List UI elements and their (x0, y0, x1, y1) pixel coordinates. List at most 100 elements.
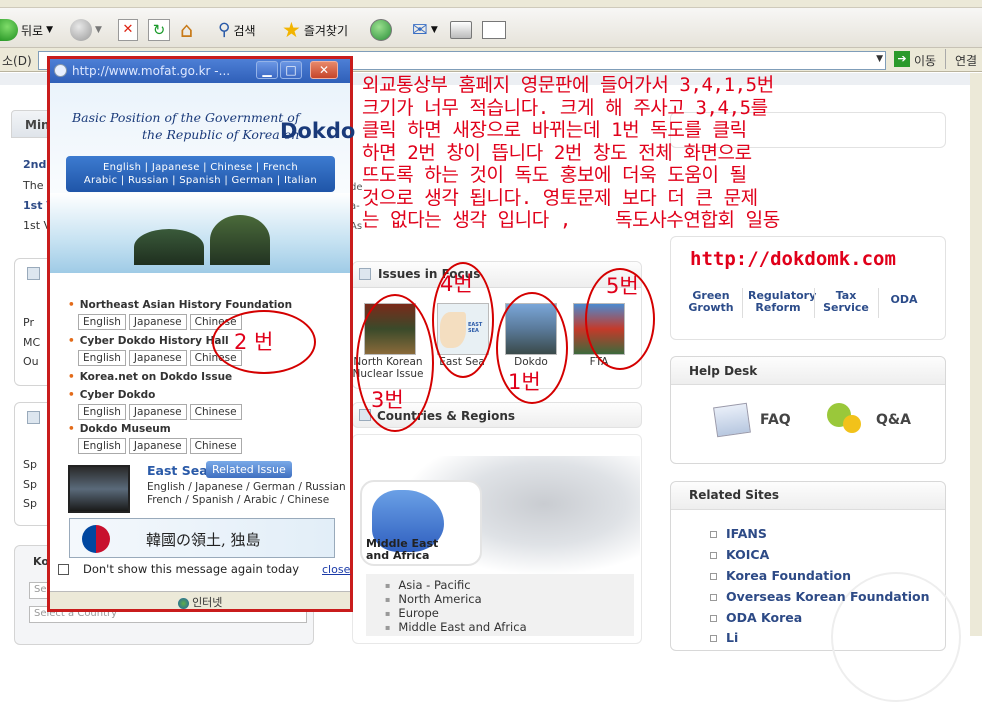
close-icon[interactable]: ✕ (310, 61, 338, 79)
popup-titlebar[interactable]: http://www.mofat.go.kr -... ▁ □ ✕ (50, 59, 350, 83)
region-item[interactable]: Europe (385, 606, 438, 620)
related-issue-badge[interactable]: Related Issue (206, 461, 292, 478)
qa-button[interactable]: Q&A (876, 412, 911, 428)
east-sea-title[interactable]: East Sea (147, 463, 208, 478)
scrollbar[interactable] (970, 73, 982, 636)
related-site-link[interactable]: Li (710, 630, 738, 645)
popup-brand: Dokdo (280, 119, 356, 143)
help-desk-box: Help Desk FAQ Q&A (670, 356, 946, 464)
left-bullet[interactable]: Sp (23, 478, 37, 491)
left-bullet[interactable]: Sp (23, 458, 37, 471)
region-item[interactable]: Middle East and Africa (385, 620, 526, 634)
related-site-link[interactable]: Korea Foundation (710, 568, 851, 583)
left-bullet[interactable]: MC (23, 336, 40, 349)
star-icon: ★ (282, 18, 301, 42)
favorites-button[interactable]: ★ 즐겨찾기 (282, 17, 348, 43)
address-divider (945, 49, 946, 69)
mail-dropdown-icon[interactable]: ▼ (431, 25, 438, 35)
map-region-label: Middle East and Africa (366, 537, 439, 562)
dont-show-label: Don't show this message again today (83, 562, 300, 576)
dokdo-banner[interactable]: 韓國の領土, 独島 (69, 518, 335, 558)
region-item[interactable]: North America (385, 592, 481, 606)
related-sites-box: Related Sites (670, 481, 961, 702)
go-button[interactable]: 이동 (914, 52, 936, 69)
help-desk-title: Help Desk (671, 357, 945, 385)
print-button[interactable] (450, 17, 472, 43)
maximize-icon[interactable]: □ (280, 61, 302, 79)
island-shape (134, 229, 204, 265)
related-site-link[interactable]: Overseas Korean Foundation (710, 589, 930, 604)
lang-button[interactable]: Japanese (128, 350, 187, 366)
left-line-2[interactable]: The (23, 179, 43, 192)
close-link[interactable]: close (322, 563, 350, 576)
east-sea-video-thumb[interactable] (68, 465, 130, 513)
forward-dropdown-icon[interactable]: ▼ (95, 25, 102, 35)
minimize-icon[interactable]: ▁ (256, 61, 278, 79)
lang-button[interactable]: Japanese (128, 438, 187, 454)
favorites-label: 즐겨찾기 (303, 23, 348, 38)
forward-button[interactable]: ▼ (70, 17, 102, 43)
left-bullet[interactable]: Ou (23, 355, 39, 368)
tax-service-button[interactable]: Tax Service (820, 290, 872, 314)
annotation-label-2: 2 번 (234, 330, 274, 354)
lang-button[interactable]: English (78, 350, 126, 366)
dont-show-checkbox[interactable] (58, 564, 69, 575)
lang-row-2[interactable]: Arabic | Russian | Spanish | German | It… (66, 174, 335, 187)
lang-button[interactable]: Chinese (189, 438, 242, 454)
regulatory-reform-button[interactable]: Regulatory Reform (748, 290, 816, 314)
back-dropdown-icon[interactable]: ▼ (46, 25, 53, 35)
refresh-button[interactable]: ↻ (148, 17, 170, 43)
history-icon (370, 19, 392, 41)
history-button[interactable] (370, 17, 392, 43)
go-arrow-icon[interactable]: ➔ (894, 51, 910, 67)
related-site-link[interactable]: IFANS (710, 526, 767, 541)
left-tab-label: Min (25, 118, 50, 132)
search-icon: ⚲ (218, 20, 231, 40)
back-label: 뒤로 (21, 23, 44, 38)
lang-button[interactable]: English (78, 314, 126, 330)
east-sea-langs-1[interactable]: English / Japanese / German / Russian (147, 481, 346, 493)
stop-button[interactable]: ✕ (118, 17, 138, 43)
language-bar[interactable]: English | Japanese | Chinese | French Ar… (66, 156, 335, 192)
edit-button[interactable] (482, 17, 506, 43)
faq-button[interactable]: FAQ (760, 412, 791, 428)
left-bullet[interactable]: Pr (23, 316, 34, 329)
lang-button[interactable]: English (78, 404, 126, 420)
popup-heading-1: Basic Position of the Government of (72, 110, 300, 125)
home-button[interactable]: ⌂ (180, 17, 193, 43)
oda-button[interactable]: ODA (884, 294, 924, 306)
section-title[interactable]: Dokdo Museum (68, 423, 171, 435)
lang-button[interactable]: Japanese (128, 314, 187, 330)
section-title[interactable]: Korea.net on Dokdo Issue (68, 371, 232, 383)
search-button[interactable]: ⚲ 검색 (218, 17, 256, 43)
section-title[interactable]: Cyber Dokdo (68, 389, 156, 401)
lang-button[interactable]: Chinese (189, 404, 242, 420)
mail-button[interactable]: ✉ ▼ (412, 17, 438, 43)
lang-button[interactable]: Japanese (128, 404, 187, 420)
related-site-link[interactable]: ODA Korea (710, 610, 802, 625)
green-growth-button[interactable]: Green Growth (688, 290, 734, 314)
lang-button[interactable]: English (78, 438, 126, 454)
address-dropdown-icon[interactable]: ▼ (876, 54, 883, 64)
region-item[interactable]: Asia - Pacific (385, 578, 470, 592)
east-sea-langs-2[interactable]: French / Spanish / Arabic / Chinese (147, 494, 329, 506)
search-label: 검색 (233, 23, 256, 38)
links-button[interactable]: 연결 (955, 52, 977, 69)
related-site-link[interactable]: KOICA (710, 547, 769, 562)
map-region-button[interactable]: Middle East and Africa (360, 480, 482, 566)
browser-toolbar: 뒤로 ▼ ▼ ✕ ↻ ⌂ ⚲ 검색 ★ 즐겨찾기 ✉ ▼ (0, 0, 982, 48)
annotation-label-4: 4번 (440, 272, 473, 296)
back-button[interactable]: 뒤로 ▼ (0, 17, 53, 43)
status-text: 인터넷 (192, 596, 223, 609)
annotation-label-5: 5번 (606, 274, 639, 298)
related-sites-title: Related Sites (671, 482, 945, 510)
ie-icon (54, 64, 67, 77)
lang-row-1[interactable]: English | Japanese | Chinese | French (66, 161, 335, 174)
mail-icon: ✉ (412, 19, 428, 41)
left-line-1[interactable]: 2nd (23, 158, 46, 171)
annotation-url: http://dokdomk.com (690, 248, 896, 270)
faq-icon (713, 402, 751, 438)
left-bullet[interactable]: Sp (23, 497, 37, 510)
edit-icon (482, 21, 506, 39)
section-title[interactable]: Cyber Dokdo History Hall (68, 335, 229, 347)
